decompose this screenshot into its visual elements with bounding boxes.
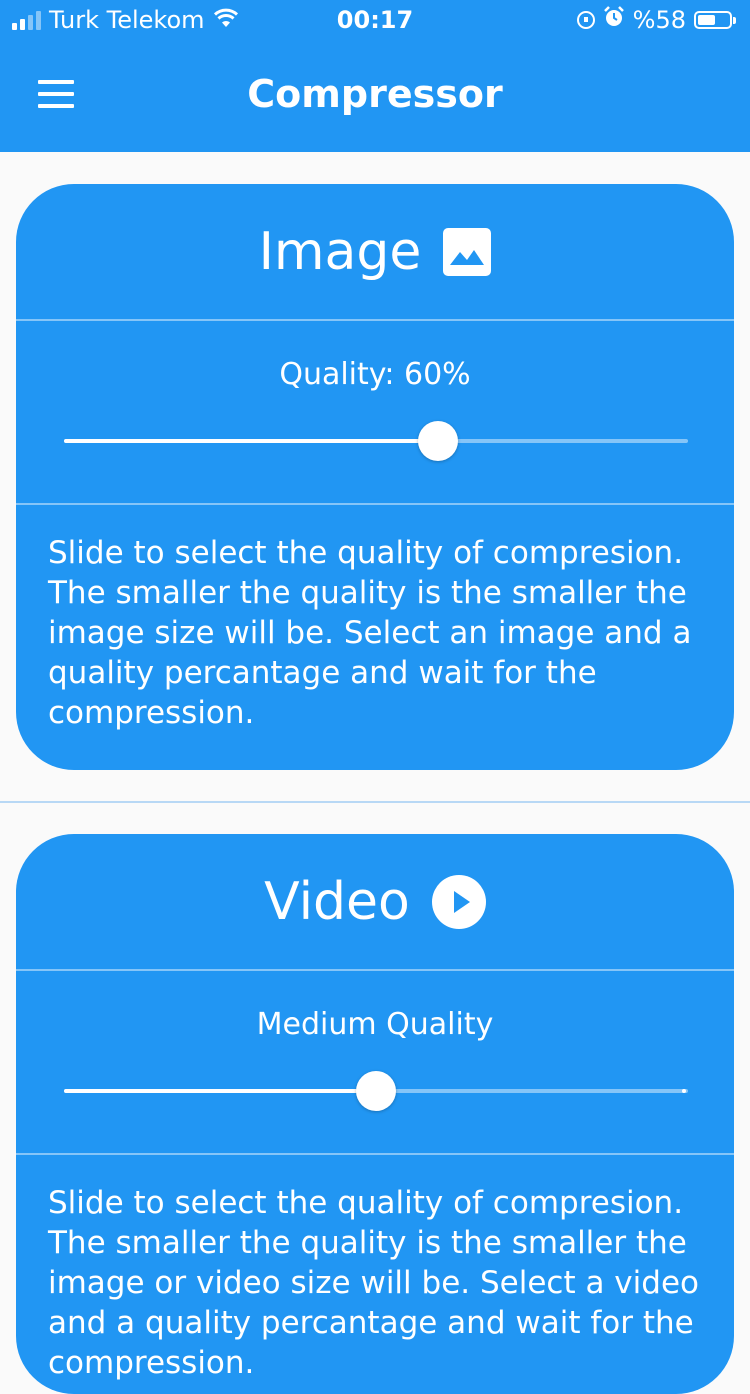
image-slider-active-track (64, 439, 439, 443)
video-quality-slider[interactable] (64, 1071, 688, 1111)
video-slider-thumb[interactable] (356, 1071, 396, 1111)
video-card-header: Video (16, 834, 734, 971)
image-card-title: Image (258, 221, 422, 282)
image-quality-label: Quality: 60% (279, 357, 471, 392)
lock-rotation-icon (576, 11, 595, 29)
video-card: Video Medium Quality Slide to select the… (16, 834, 734, 1394)
image-card-description: Slide to select the quality of compresio… (48, 535, 692, 731)
play-circle-icon (431, 874, 486, 929)
status-bar: Turk Telekom 00:17 %58 (0, 0, 750, 40)
battery-percent: %58 (632, 6, 686, 34)
image-quality-section: Quality: 60% (16, 321, 734, 505)
battery-icon (694, 11, 736, 29)
page-title: Compressor (247, 72, 503, 116)
image-quality-slider[interactable] (64, 421, 688, 461)
alarm-icon (603, 6, 625, 34)
image-slider-thumb[interactable] (418, 421, 459, 461)
image-card-header: Image (16, 184, 734, 321)
app-bar: Compressor (0, 40, 750, 152)
video-quality-label: Medium Quality (256, 1007, 494, 1042)
section-divider (0, 801, 750, 803)
image-card: Image Quality: 60% Slide to select the q… (16, 184, 734, 770)
video-quality-section: Medium Quality (16, 971, 734, 1155)
image-icon (443, 227, 492, 276)
status-right: %58 (576, 6, 736, 34)
video-card-description: Slide to select the quality of compresio… (48, 1185, 699, 1381)
video-card-title: Video (264, 871, 410, 932)
video-slider-end-tick (682, 1089, 686, 1093)
video-slider-active-track (64, 1089, 376, 1093)
